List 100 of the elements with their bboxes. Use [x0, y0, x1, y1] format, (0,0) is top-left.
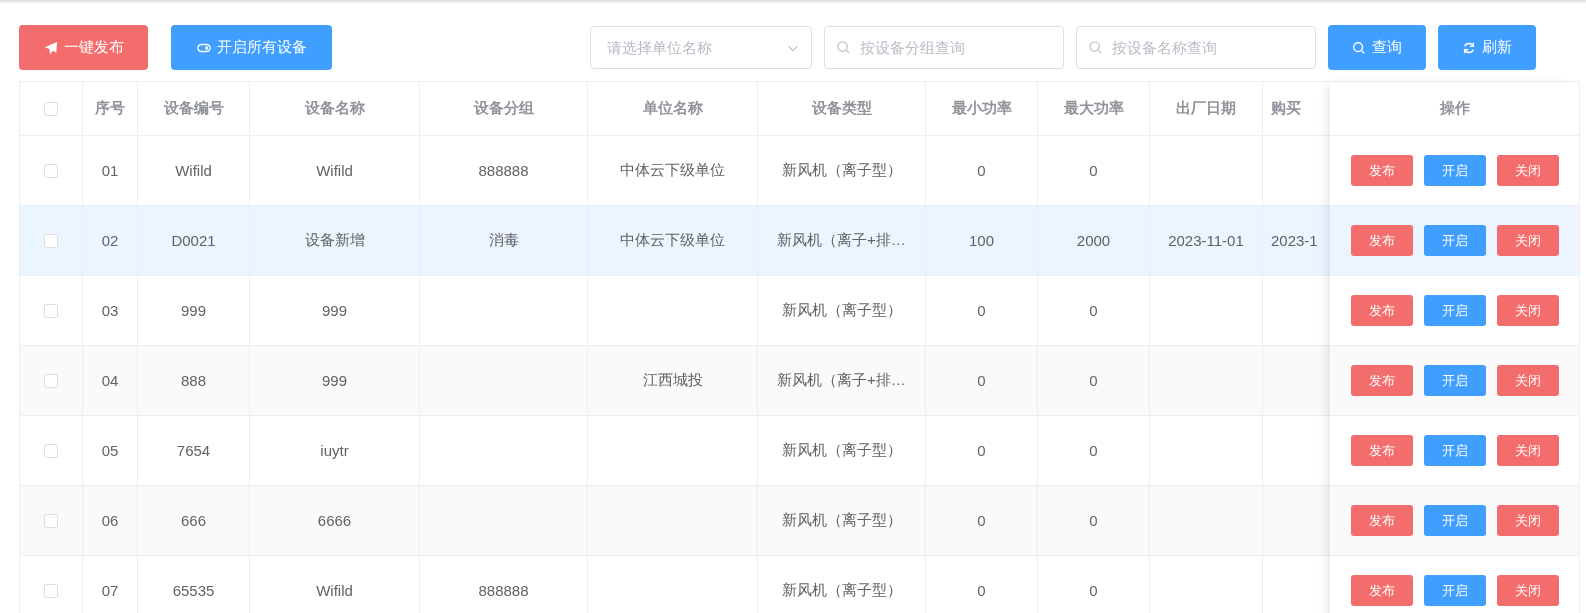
table-cell: 0 — [977, 302, 986, 319]
table-cell: 888 — [181, 372, 206, 389]
row-action-button[interactable]: 开启 — [1423, 505, 1486, 536]
table-cell: 0 — [1089, 442, 1098, 459]
enable-all-button[interactable]: 开启所有设备 — [171, 25, 332, 70]
row-action-button[interactable]: 关闭 — [1496, 365, 1559, 396]
row-action-button[interactable]: 发布 — [1350, 575, 1413, 606]
table-cell: 01 — [101, 162, 119, 179]
row-action-button[interactable]: 发布 — [1350, 435, 1413, 466]
table-cell: 新风机（离子型） — [781, 441, 902, 460]
row-checkbox[interactable] — [44, 583, 58, 598]
row-action-button[interactable]: 开启 — [1423, 225, 1486, 256]
table-cell: 888888 — [478, 162, 529, 179]
publish-button[interactable]: 一键发布 — [19, 25, 148, 70]
table-cell: 中体云下级单位 — [620, 231, 725, 250]
row-action-button[interactable]: 开启 — [1423, 155, 1486, 186]
table-cell: 02 — [101, 232, 119, 249]
column-header: 序号 — [95, 99, 125, 118]
paper-plane-icon — [43, 40, 58, 55]
search-button[interactable]: 查询 — [1328, 25, 1426, 70]
table-cell: 新风机（离子型） — [781, 511, 902, 530]
table-cell: Wifild — [175, 162, 212, 179]
table-cell: 中体云下级单位 — [620, 161, 725, 180]
table-cell: 999 — [322, 372, 347, 389]
column-header: 购买 — [1271, 99, 1301, 118]
table-cell: 0 — [977, 442, 986, 459]
row-action-button[interactable]: 关闭 — [1496, 155, 1559, 186]
row-action-button[interactable]: 关闭 — [1496, 575, 1559, 606]
table-cell: Wifild — [316, 582, 353, 599]
table-cell: 03 — [101, 302, 119, 319]
table-cell: 设备新增 — [304, 231, 365, 250]
row-action-button[interactable]: 开启 — [1423, 295, 1486, 326]
unit-select[interactable]: 请选择单位名称 — [590, 26, 812, 69]
row-action-button[interactable]: 开启 — [1423, 435, 1486, 466]
table-cell: 新风机（离子+排… — [777, 371, 906, 390]
column-header: 设备类型 — [811, 99, 872, 118]
search-icon — [1088, 40, 1103, 55]
search-icon — [1352, 40, 1366, 55]
table-cell: 04 — [101, 372, 119, 389]
table-cell: 999 — [181, 302, 206, 319]
table-cell: D0021 — [171, 232, 216, 249]
row-action-button[interactable]: 发布 — [1350, 365, 1413, 396]
table-cell: 666 — [181, 512, 206, 529]
row-action-button[interactable]: 开启 — [1423, 575, 1486, 606]
column-header: 最小功率 — [951, 99, 1012, 118]
table-cell: 江西城投 — [642, 371, 703, 390]
row-action-button[interactable]: 关闭 — [1496, 435, 1559, 466]
table-cell: 999 — [322, 302, 347, 319]
table-cell: 2000 — [1076, 232, 1111, 249]
row-action-button[interactable]: 发布 — [1350, 225, 1413, 256]
table-cell: 0 — [1089, 162, 1098, 179]
table-cell: 888888 — [478, 582, 529, 599]
group-search-field[interactable]: 按设备分组查询 — [824, 26, 1064, 69]
table-cell: 2023-1 — [1271, 232, 1318, 249]
column-header: 出厂日期 — [1176, 99, 1236, 118]
row-action-button[interactable]: 关闭 — [1496, 505, 1559, 536]
row-action-button[interactable]: 发布 — [1350, 295, 1413, 326]
table-cell: 新风机（离子型） — [781, 581, 902, 600]
table-cell: 0 — [1089, 512, 1098, 529]
table-cell: Wifild — [316, 162, 353, 179]
row-action-button[interactable]: 关闭 — [1496, 225, 1559, 256]
table-cell: 2023-11-01 — [1168, 232, 1244, 249]
table-cell: 新风机（离子型） — [781, 161, 902, 180]
row-checkbox[interactable] — [44, 513, 58, 528]
column-header: 操作 — [1439, 99, 1470, 118]
row-checkbox[interactable] — [44, 373, 58, 388]
table-cell: 0 — [1089, 302, 1098, 319]
table-cell: 0 — [1089, 582, 1098, 599]
table-cell: 05 — [101, 442, 119, 459]
row-action-button[interactable]: 开启 — [1423, 365, 1486, 396]
refresh-button[interactable]: 刷新 — [1438, 25, 1536, 70]
row-action-button[interactable]: 发布 — [1350, 155, 1413, 186]
column-header: 单位名称 — [642, 99, 703, 118]
table-cell: 65535 — [172, 582, 215, 599]
select-all-checkbox[interactable] — [44, 101, 58, 116]
refresh-icon — [1462, 40, 1476, 55]
column-header: 最大功率 — [1063, 99, 1124, 118]
table-cell: 0 — [977, 372, 986, 389]
row-checkbox[interactable] — [44, 233, 58, 248]
table-cell: 7654 — [176, 442, 211, 459]
column-header: 设备编号 — [163, 99, 224, 118]
table-cell: 100 — [969, 232, 994, 249]
row-checkbox[interactable] — [44, 443, 58, 458]
table-cell: 6666 — [317, 512, 352, 529]
table-cell: 0 — [977, 512, 986, 529]
column-header: 设备分组 — [473, 99, 534, 118]
table-cell: 07 — [101, 582, 119, 599]
table-cell: 0 — [977, 162, 986, 179]
column-header: 设备名称 — [304, 99, 365, 118]
table-cell: 0 — [1089, 372, 1098, 389]
search-icon — [836, 40, 851, 55]
table-cell: 消毒 — [488, 231, 519, 250]
table-cell: 新风机（离子型） — [781, 301, 902, 320]
row-checkbox[interactable] — [44, 163, 58, 178]
row-action-button[interactable]: 发布 — [1350, 505, 1413, 536]
name-search-field[interactable]: 按设备名称查询 — [1076, 26, 1316, 69]
row-action-button[interactable]: 关闭 — [1496, 295, 1559, 326]
row-checkbox[interactable] — [44, 303, 58, 318]
table-cell: iuytr — [320, 442, 349, 459]
table-cell: 新风机（离子+排… — [777, 231, 906, 250]
